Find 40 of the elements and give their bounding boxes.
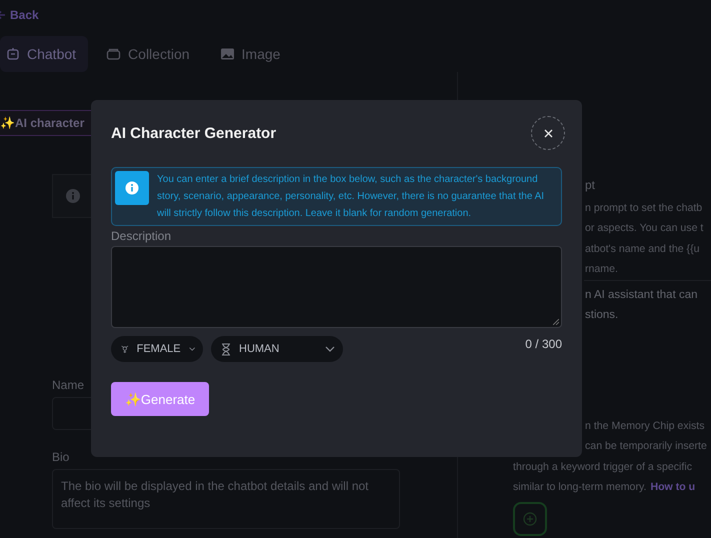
description-text: similar to long-term memory. bbox=[513, 480, 646, 495]
gender-icon bbox=[121, 342, 129, 356]
plus-icon bbox=[523, 512, 537, 526]
description-text: can be temporarily inserte bbox=[585, 439, 708, 454]
description-field[interactable] bbox=[111, 246, 562, 328]
box-icon bbox=[106, 47, 122, 61]
field-label: Name bbox=[52, 378, 86, 392]
description-text: n prompt to set the chatb bbox=[585, 200, 704, 216]
hourglass-icon bbox=[221, 342, 231, 356]
chevron-down-icon bbox=[325, 346, 335, 352]
field-label: Bio bbox=[52, 450, 70, 464]
description-text: atbot's name and the {{u bbox=[585, 242, 701, 256]
character-counter: 0 / 300 bbox=[525, 337, 562, 353]
select-dropdown[interactable]: HUMAN bbox=[211, 336, 343, 362]
section-heading: pt bbox=[585, 177, 596, 194]
prompt-text: stions. bbox=[585, 308, 620, 323]
robot-icon bbox=[6, 47, 20, 61]
prompt-text: n AI assistant that can bbox=[585, 288, 699, 302]
description-text: rname. bbox=[585, 262, 619, 277]
tab[interactable]: Chatbot bbox=[0, 36, 88, 72]
image-icon bbox=[220, 47, 235, 61]
back-link[interactable]: Back bbox=[10, 8, 39, 22]
info-icon bbox=[66, 189, 80, 203]
description-text: n the Memory Chip exists bbox=[585, 418, 706, 434]
select-dropdown[interactable]: FEMALE bbox=[111, 336, 203, 362]
info-icon bbox=[115, 171, 149, 205]
close-button[interactable] bbox=[531, 116, 565, 150]
help-link[interactable]: How to u bbox=[650, 477, 696, 498]
resize-grip-icon[interactable] bbox=[553, 319, 559, 325]
info-text: You can enter a brief description in the box below, such as the character's background story, scenario, appearance, personality, etc. However, there is no guarantee that the AI will strictly follow this description. Leave it blank for random generation. bbox=[157, 173, 546, 221]
chevron-down-icon bbox=[188, 346, 195, 352]
description-text: or aspects. You can use t bbox=[585, 221, 704, 236]
field-label: Description bbox=[111, 229, 172, 243]
tab[interactable]: Image bbox=[210, 36, 292, 72]
tab[interactable]: Collection bbox=[96, 36, 202, 72]
add-button[interactable] bbox=[513, 502, 547, 536]
generate-button[interactable]: ✨Generate bbox=[111, 382, 209, 416]
close-icon bbox=[544, 128, 552, 138]
description-text: through a keyword trigger of a specific bbox=[513, 460, 694, 474]
bio-field[interactable]: The bio will be displayed in the chatbot details and will not affect its settings bbox=[52, 469, 400, 529]
